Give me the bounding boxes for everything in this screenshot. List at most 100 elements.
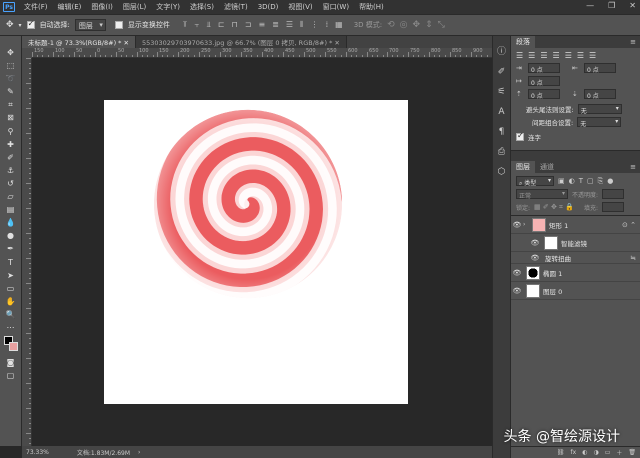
paragraph-icon[interactable]: ¶	[496, 126, 508, 138]
align-top-icon[interactable]: ⫪	[183, 20, 188, 30]
trash-icon[interactable]: 🗑	[628, 449, 636, 456]
lasso-tool-icon[interactable]: ➰	[4, 74, 18, 84]
filter-adjust-icon[interactable]: ◐	[569, 177, 575, 185]
align-vcenter-icon[interactable]: ⫟	[194, 20, 199, 30]
quick-mask-icon[interactable]: ◙	[4, 358, 18, 368]
close-icon[interactable]: ✕	[124, 39, 129, 47]
panel-menu-icon[interactable]: ≡	[630, 38, 636, 46]
layer-name[interactable]: 椭圆 1	[543, 268, 562, 278]
zoom-tool-icon[interactable]: 🔍	[4, 310, 18, 320]
justify-last-right-icon[interactable]: ☰	[577, 51, 584, 60]
rectangle-tool-icon[interactable]: ▭	[4, 284, 18, 294]
adjustment-layer-icon[interactable]: ◑	[593, 449, 598, 456]
lock-pixels-icon[interactable]: ▦ ✐ ✥ ⌗ 🔒	[534, 203, 574, 212]
quick-select-tool-icon[interactable]: ✎	[4, 87, 18, 97]
space-before-field[interactable]: 0 点	[528, 89, 560, 100]
align-hcenter-icon[interactable]: ⊓	[232, 20, 238, 30]
layer-smart-filters[interactable]: 👁 智能滤镜	[511, 234, 640, 252]
filter-toggle-icon[interactable]: ●	[607, 177, 613, 185]
marquee-tool-icon[interactable]: ⬚	[4, 61, 18, 71]
screen-mode-icon[interactable]: ▢	[4, 371, 18, 381]
distribute-hcenter-icon[interactable]: ⋮	[311, 20, 319, 30]
fx-icon[interactable]: fx	[571, 449, 577, 456]
eye-icon[interactable]: 👁	[529, 254, 541, 262]
link-layers-icon[interactable]: ⛓	[557, 449, 565, 456]
hanging-dropdown[interactable]: 无	[577, 104, 622, 115]
menu-image[interactable]: 图像(I)	[86, 2, 118, 12]
fill-field[interactable]	[601, 202, 624, 212]
hand-tool-icon[interactable]: ✋	[4, 297, 18, 307]
space-after-field[interactable]: 0 点	[584, 89, 616, 100]
crop-tool-icon[interactable]: ⌗	[4, 100, 18, 110]
new-layer-icon[interactable]: ＋	[616, 448, 622, 457]
add-mask-icon[interactable]: ◐	[582, 449, 587, 456]
justify-all-icon[interactable]: ☰	[589, 51, 596, 60]
tab-untitled-1[interactable]: 未标题-1 @ 73.3%(RGB/8#) * ✕	[22, 36, 136, 48]
distribute-left-icon[interactable]: ⦀	[300, 20, 304, 30]
canvas-area[interactable]	[32, 58, 492, 446]
filter-options-icon[interactable]: ≒	[630, 254, 636, 262]
path-select-tool-icon[interactable]: ➤	[4, 271, 18, 281]
menu-filter[interactable]: 滤镜(T)	[219, 2, 253, 12]
move-tool-icon[interactable]: ✥	[6, 20, 14, 30]
align-center-text-icon[interactable]: ☰	[528, 51, 535, 60]
kind-filter-dropdown[interactable]: ⌕ 类型	[516, 176, 554, 187]
tab-jpg[interactable]: 55303029703970633.jpg @ 66.7% (图层 0 拷贝, …	[135, 36, 347, 48]
glyphs-icon[interactable]: ⎙	[496, 146, 508, 158]
menu-edit[interactable]: 编辑(E)	[53, 2, 87, 12]
menu-window[interactable]: 窗口(W)	[318, 2, 354, 12]
layer-name[interactable]: 旋转扭曲	[545, 253, 571, 263]
align-bottom-icon[interactable]: ⫫	[206, 20, 211, 30]
align-right-icon[interactable]: ⊐	[245, 20, 252, 30]
frame-tool-icon[interactable]: ⊠	[4, 113, 18, 123]
restore-button[interactable]: ❐	[608, 1, 615, 10]
3d-pan-icon[interactable]: ✥	[413, 20, 421, 30]
history-brush-tool-icon[interactable]: ↺	[4, 179, 18, 189]
menu-type[interactable]: 文字(Y)	[151, 2, 185, 12]
hyphenate-checkbox[interactable]	[516, 131, 524, 141]
distribute-top-icon[interactable]: ≡	[258, 20, 265, 30]
opacity-field[interactable]	[602, 189, 625, 199]
healing-brush-tool-icon[interactable]: ✚	[4, 140, 18, 150]
group-icon[interactable]: ▭	[605, 449, 611, 456]
blur-tool-icon[interactable]: 💧	[4, 218, 18, 228]
pen-tool-icon[interactable]: ✒	[4, 244, 18, 254]
layer-rectangle-1[interactable]: 👁 › 矩形 1 ⊙ ⌃	[511, 216, 640, 234]
align-right-text-icon[interactable]: ☰	[540, 51, 547, 60]
eye-icon[interactable]: 👁	[511, 221, 523, 229]
menu-file[interactable]: 文件(F)	[19, 2, 53, 12]
eraser-tool-icon[interactable]: ▱	[4, 192, 18, 202]
close-button[interactable]: ✕	[629, 1, 636, 10]
align-left-text-icon[interactable]: ☰	[516, 51, 523, 60]
menu-select[interactable]: 选择(S)	[185, 2, 219, 12]
brush-tool-icon[interactable]: ✐	[4, 153, 18, 163]
layer-0[interactable]: 👁 图层 0	[511, 282, 640, 300]
close-icon[interactable]: ✕	[334, 39, 339, 47]
filter-shape-icon[interactable]: ▢	[587, 177, 594, 185]
eyedropper-tool-icon[interactable]: ⚲	[4, 127, 18, 137]
menu-3d[interactable]: 3D(D)	[253, 3, 284, 11]
eye-icon[interactable]: 👁	[511, 287, 523, 295]
3d-rotate-icon[interactable]: ⟲	[387, 20, 395, 30]
gradient-tool-icon[interactable]: ▤	[4, 205, 18, 215]
indent-right-field[interactable]: 0 点	[584, 63, 616, 74]
character-icon[interactable]: A	[496, 106, 508, 118]
align-left-icon[interactable]: ⊏	[218, 20, 225, 30]
auto-select-checkbox[interactable]	[26, 19, 35, 29]
3d-scale-icon[interactable]: ⤡	[438, 20, 445, 30]
auto-select-dropdown[interactable]: 图层	[74, 19, 106, 31]
indent-left-field[interactable]: 0 点	[528, 63, 560, 74]
expand-icon[interactable]: ›	[523, 221, 529, 228]
3d-icon[interactable]: ⬡	[496, 166, 508, 178]
document-canvas[interactable]	[104, 100, 408, 404]
brush-settings-icon[interactable]: ✐	[496, 66, 508, 78]
filter-pixel-icon[interactable]: ▣	[558, 177, 565, 185]
clone-stamp-tool-icon[interactable]: ⚓	[4, 166, 18, 176]
tab-layers[interactable]: 图层	[511, 161, 535, 173]
layer-name[interactable]: 矩形 1	[549, 220, 568, 230]
panel-menu-icon[interactable]: ≡	[630, 163, 636, 171]
auto-align-icon[interactable]: ▦	[335, 20, 343, 30]
distribute-right-icon[interactable]: ⁞	[326, 20, 329, 30]
filter-type-icon[interactable]: T	[579, 177, 583, 185]
filter-smart-icon[interactable]: ⎘	[598, 177, 604, 186]
